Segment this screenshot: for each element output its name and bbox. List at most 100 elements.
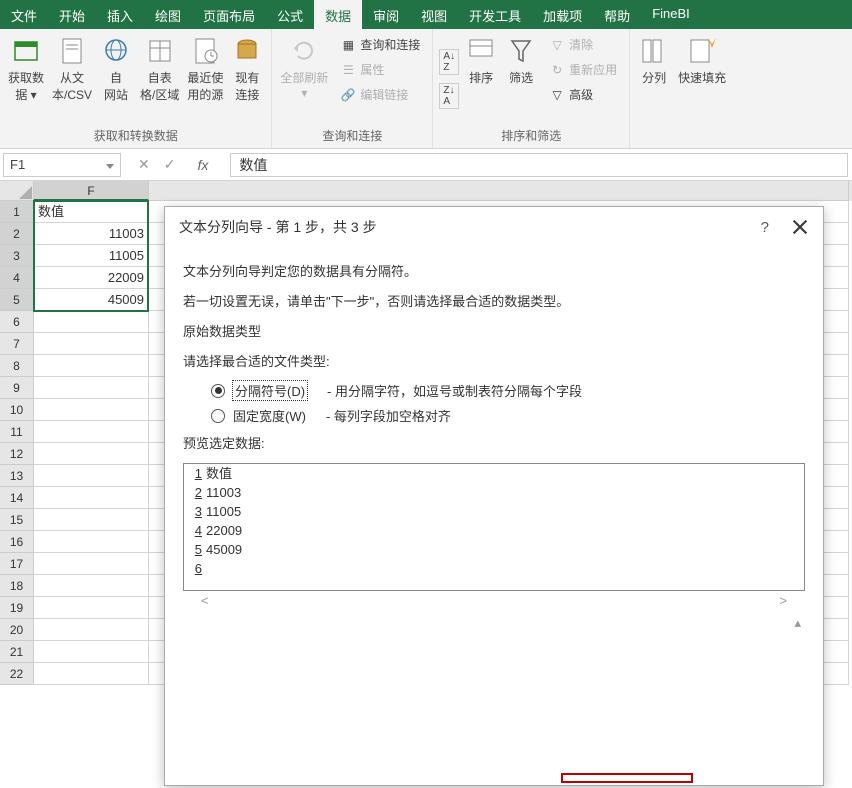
dialog-choose-label: 请选择最合适的文件类型: (183, 351, 805, 373)
ribbon-tab-视图[interactable]: 视图 (410, 0, 458, 29)
cell[interactable] (34, 575, 149, 597)
cell[interactable] (34, 641, 149, 663)
ribbon-tab-插入[interactable]: 插入 (96, 0, 144, 29)
row-header[interactable]: 13 (0, 465, 34, 487)
row-header[interactable]: 19 (0, 597, 34, 619)
sort-label: 排序 (469, 69, 493, 86)
properties-button[interactable]: ☰属性 (334, 59, 426, 80)
row-header[interactable]: 3 (0, 245, 34, 267)
cell[interactable] (34, 553, 149, 575)
scroll-up-icon[interactable]: ▴ (794, 615, 801, 631)
cancel-formula-icon[interactable]: ✕ (138, 156, 150, 173)
row-header[interactable]: 16 (0, 531, 34, 553)
name-box[interactable]: F1 (3, 153, 121, 177)
existing-connections-button[interactable]: 现有连接 (227, 32, 267, 125)
cell[interactable] (34, 311, 149, 333)
cell[interactable]: 11005 (34, 245, 149, 267)
ribbon-tabs: 文件开始插入绘图页面布局公式数据审阅视图开发工具加载项帮助FineBI (0, 0, 852, 29)
row-header[interactable]: 22 (0, 663, 34, 685)
sort-az-button[interactable]: A↓Z (439, 49, 459, 75)
fx-icon[interactable]: fx (189, 157, 216, 173)
row-header[interactable]: 14 (0, 487, 34, 509)
select-all-corner[interactable] (0, 181, 34, 201)
col-header-F[interactable]: F (34, 181, 149, 201)
edit-links-button[interactable]: 🔗编辑链接 (334, 84, 426, 105)
dialog-fieldset-label: 原始数据类型 (183, 321, 805, 343)
row-header[interactable]: 17 (0, 553, 34, 575)
cell[interactable] (34, 399, 149, 421)
row-header[interactable]: 10 (0, 399, 34, 421)
ribbon-tab-加载项[interactable]: 加载项 (532, 0, 593, 29)
from-table-range-button[interactable]: 自表格/区域 (136, 32, 183, 125)
ribbon-tab-开始[interactable]: 开始 (48, 0, 96, 29)
flash-fill-button[interactable]: 快速填充 (674, 32, 730, 128)
cell[interactable] (34, 377, 149, 399)
dialog-close-icon[interactable] (791, 218, 809, 236)
cell[interactable]: 22009 (34, 267, 149, 289)
ribbon-tab-页面布局[interactable]: 页面布局 (192, 0, 266, 29)
row-header[interactable]: 21 (0, 641, 34, 663)
queries-connections-button[interactable]: ▦查询和连接 (334, 34, 426, 55)
cell[interactable] (34, 465, 149, 487)
cell[interactable] (34, 421, 149, 443)
cell[interactable]: 数值 (34, 201, 149, 223)
row-header[interactable]: 18 (0, 575, 34, 597)
cell[interactable] (34, 443, 149, 465)
row-header[interactable]: 2 (0, 223, 34, 245)
ribbon-tab-FineBI[interactable]: FineBI (641, 0, 701, 29)
row-header[interactable]: 8 (0, 355, 34, 377)
row-header[interactable]: 5 (0, 289, 34, 311)
cell[interactable] (34, 619, 149, 641)
cell[interactable]: 45009 (34, 289, 149, 311)
accept-formula-icon[interactable]: ✓ (164, 156, 176, 173)
radio-fixed-width[interactable] (211, 409, 225, 423)
cell[interactable] (34, 355, 149, 377)
dialog-help-icon[interactable]: ? (761, 219, 769, 236)
filter-button[interactable]: 筛选 (501, 32, 541, 125)
text-to-columns-button[interactable]: 分列 (634, 32, 674, 128)
cell[interactable] (34, 663, 149, 685)
cell[interactable]: 11003 (34, 223, 149, 245)
text-to-cols-label: 分列 (642, 69, 666, 86)
advanced-filter-button[interactable]: ▽高级 (543, 84, 623, 105)
ribbon-tab-开发工具[interactable]: 开发工具 (458, 0, 532, 29)
ribbon-group-get-transform: 获取数据 ▾ 从文本/CSV 自网站 自表格/区域 最近使用的源 现有连接 获取… (0, 29, 272, 148)
row-header[interactable]: 12 (0, 443, 34, 465)
get-data-button[interactable]: 获取数据 ▾ (4, 32, 48, 125)
scroll-left-icon[interactable]: < (201, 593, 209, 608)
row-header[interactable]: 4 (0, 267, 34, 289)
reapply-button[interactable]: ↻重新应用 (543, 59, 623, 80)
cell[interactable] (34, 333, 149, 355)
radio-delimited-label[interactable]: 分隔符号(D) (233, 381, 307, 400)
ribbon-tab-审阅[interactable]: 审阅 (362, 0, 410, 29)
clear-filter-button[interactable]: ▽清除 (543, 34, 623, 55)
row-header[interactable]: 20 (0, 619, 34, 641)
radio-fixed-width-label[interactable]: 固定宽度(W) (233, 406, 306, 425)
scroll-right-icon[interactable]: > (779, 593, 787, 608)
row-header[interactable]: 7 (0, 333, 34, 355)
from-web-button[interactable]: 自网站 (96, 32, 136, 125)
ribbon-tab-绘图[interactable]: 绘图 (144, 0, 192, 29)
col-header[interactable] (149, 181, 849, 201)
row-header[interactable]: 11 (0, 421, 34, 443)
next-button-highlight[interactable] (561, 773, 693, 783)
cell[interactable] (34, 531, 149, 553)
cell[interactable] (34, 487, 149, 509)
row-header[interactable]: 15 (0, 509, 34, 531)
ribbon-tab-数据[interactable]: 数据 (314, 0, 362, 29)
refresh-all-button[interactable]: 全部刷新▾ (276, 32, 332, 125)
radio-delimited[interactable] (211, 384, 225, 398)
ribbon-tab-文件[interactable]: 文件 (0, 0, 48, 29)
row-header[interactable]: 1 (0, 201, 34, 223)
recent-sources-button[interactable]: 最近使用的源 (183, 32, 227, 125)
ribbon-tab-公式[interactable]: 公式 (266, 0, 314, 29)
sort-button[interactable]: 排序 (461, 32, 501, 125)
ribbon-tab-帮助[interactable]: 帮助 (593, 0, 641, 29)
cell[interactable] (34, 509, 149, 531)
formula-input[interactable]: 数值 (230, 153, 848, 177)
cell[interactable] (34, 597, 149, 619)
from-text-csv-button[interactable]: 从文本/CSV (48, 32, 96, 125)
row-header[interactable]: 9 (0, 377, 34, 399)
sort-za-button[interactable]: Z↓A (439, 83, 459, 109)
row-header[interactable]: 6 (0, 311, 34, 333)
